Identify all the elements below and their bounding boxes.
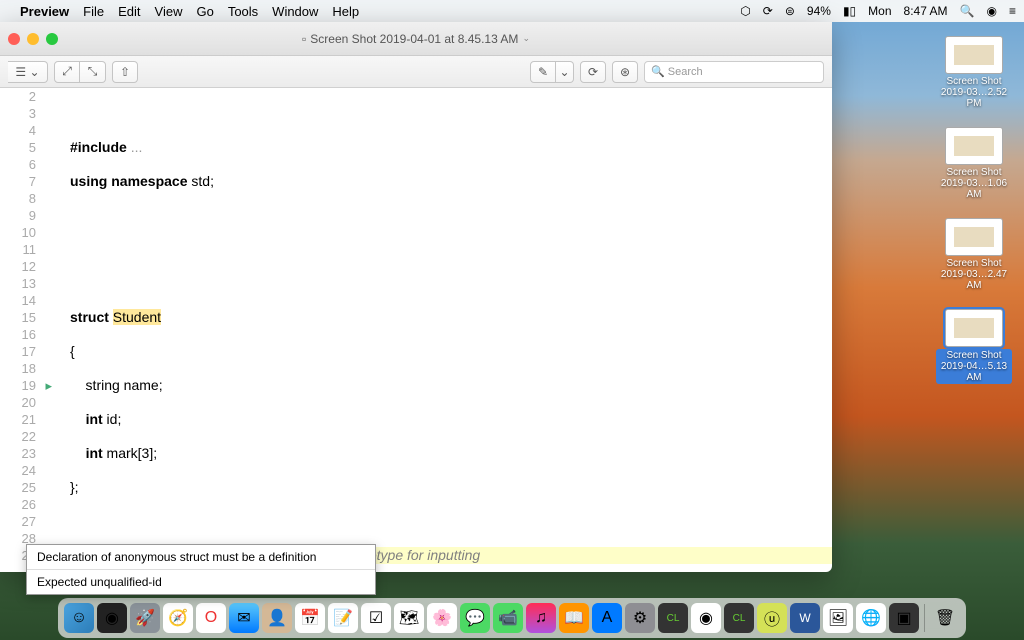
dock-ide[interactable]: CL [658,603,688,633]
dock-messages[interactable]: 💬 [460,603,490,633]
dock-mail[interactable]: ✉ [229,603,259,633]
wifi-icon[interactable]: ⊜ [785,4,795,18]
line-gutter: 2345678910111213141516171819▸20212223242… [0,88,46,572]
titlebar[interactable]: ▫ Screen Shot 2019-04-01 at 8.45.13 AM ⌄ [0,22,832,56]
siri-icon[interactable]: ◉ [987,4,997,18]
file-thumbnail-icon [945,309,1003,347]
menu-go[interactable]: Go [196,4,213,19]
menu-view[interactable]: View [155,4,183,19]
dropbox-icon[interactable]: ⬡ [740,4,750,18]
file-thumbnail-icon [945,127,1003,165]
menubar: Preview File Edit View Go Tools Window H… [0,0,1024,22]
close-button[interactable] [8,33,20,45]
dock-app[interactable]: CL [724,603,754,633]
dock-calendar[interactable]: 📅 [295,603,325,633]
dock-preferences[interactable]: ⚙ [625,603,655,633]
highlight-button[interactable]: ✎ [530,61,556,83]
zoom-button[interactable] [46,33,58,45]
toolbar: ☰ ⌄ ⤢ ⤡ ⇧ ✎ ⌄ ⟳ ⊛ 🔍 Search [0,56,832,88]
dock-itunes[interactable]: ♫ [526,603,556,633]
dock-safari[interactable]: 🧭 [163,603,193,633]
zoom-in-button[interactable]: ⤡ [80,61,106,83]
highlight-dropdown[interactable]: ⌄ [556,61,574,83]
file-thumbnail-icon [945,36,1003,74]
error-message: Declaration of anonymous struct must be … [27,545,375,570]
rotate-button[interactable]: ⟳ [580,61,606,83]
dock-ibooks[interactable]: 📖 [559,603,589,633]
dock-trash[interactable]: 🗑 [930,603,960,633]
error-message: Expected unqualified-id [27,570,375,594]
window-title: Screen Shot 2019-04-01 at 8.45.13 AM [310,32,518,46]
dock-chrome[interactable]: 🌐 [856,603,886,633]
dock-maps[interactable]: 🗺 [394,603,424,633]
search-input[interactable]: 🔍 Search [644,61,824,83]
dock-app[interactable]: ⓤ [757,603,787,633]
fold-column[interactable] [46,88,66,572]
app-name[interactable]: Preview [20,4,69,19]
dock-separator [924,604,925,632]
dock-word[interactable]: W [790,603,820,633]
file-thumbnail-icon [945,218,1003,256]
dock-appstore[interactable]: A [592,603,622,633]
menu-help[interactable]: Help [332,4,359,19]
code-content: #include ... using namespace std; struct… [66,88,832,572]
desktop-icons: Screen Shot2019-03…2.52 PM Screen Shot20… [936,36,1012,384]
dock-siri[interactable]: ◉ [97,603,127,633]
desktop-file[interactable]: Screen Shot2019-03…2.52 PM [936,36,1012,109]
dock-preview[interactable]: 🖼 [823,603,853,633]
dock-launchpad[interactable]: 🚀 [130,603,160,633]
document-view[interactable]: 2345678910111213141516171819▸20212223242… [0,88,832,572]
desktop-file-selected[interactable]: Screen Shot2019-04…5.13 AM [936,309,1012,384]
dock-facetime[interactable]: 📹 [493,603,523,633]
dock-notes[interactable]: 📝 [328,603,358,633]
menu-file[interactable]: File [83,4,104,19]
share-button[interactable]: ⇧ [112,61,138,83]
desktop-file[interactable]: Screen Shot2019-03…2.47 AM [936,218,1012,291]
dock-reminders[interactable]: ☑ [361,603,391,633]
sidebar-toggle[interactable]: ☰ ⌄ [8,61,48,83]
clock-day[interactable]: Mon [868,4,891,18]
notification-center-icon[interactable]: ≡ [1009,4,1016,18]
markup-button[interactable]: ⊛ [612,61,638,83]
menu-window[interactable]: Window [272,4,318,19]
sync-icon[interactable]: ⟳ [763,4,773,18]
doc-icon: ▫ [302,32,306,46]
preview-window: ▫ Screen Shot 2019-04-01 at 8.45.13 AM ⌄ ☰… [0,22,832,572]
dock-finder[interactable]: ☺ [64,603,94,633]
clock-time[interactable]: 8:47 AM [904,4,948,18]
dock-opera[interactable]: O [196,603,226,633]
dock-contacts[interactable]: 👤 [262,603,292,633]
dock-photos[interactable]: 🌸 [427,603,457,633]
dropdown-icon[interactable]: ⌄ [522,33,530,44]
spotlight-icon[interactable]: 🔍 [960,4,975,18]
search-icon: 🔍 [651,65,665,78]
menu-edit[interactable]: Edit [118,4,140,19]
dock: ☺ ◉ 🚀 🧭 O ✉ 👤 📅 📝 ☑ 🗺 🌸 💬 📹 ♫ 📖 A ⚙ CL ◉… [58,598,966,638]
error-tooltip: Declaration of anonymous struct must be … [26,544,376,595]
battery-icon[interactable]: ▮▯ [843,4,856,18]
battery-percent[interactable]: 94% [807,4,831,18]
dock-app[interactable]: ▣ [889,603,919,633]
menu-tools[interactable]: Tools [228,4,258,19]
zoom-out-button[interactable]: ⤢ [54,61,80,83]
desktop-file[interactable]: Screen Shot2019-03…1.06 AM [936,127,1012,200]
dock-chrome[interactable]: ◉ [691,603,721,633]
minimize-button[interactable] [27,33,39,45]
